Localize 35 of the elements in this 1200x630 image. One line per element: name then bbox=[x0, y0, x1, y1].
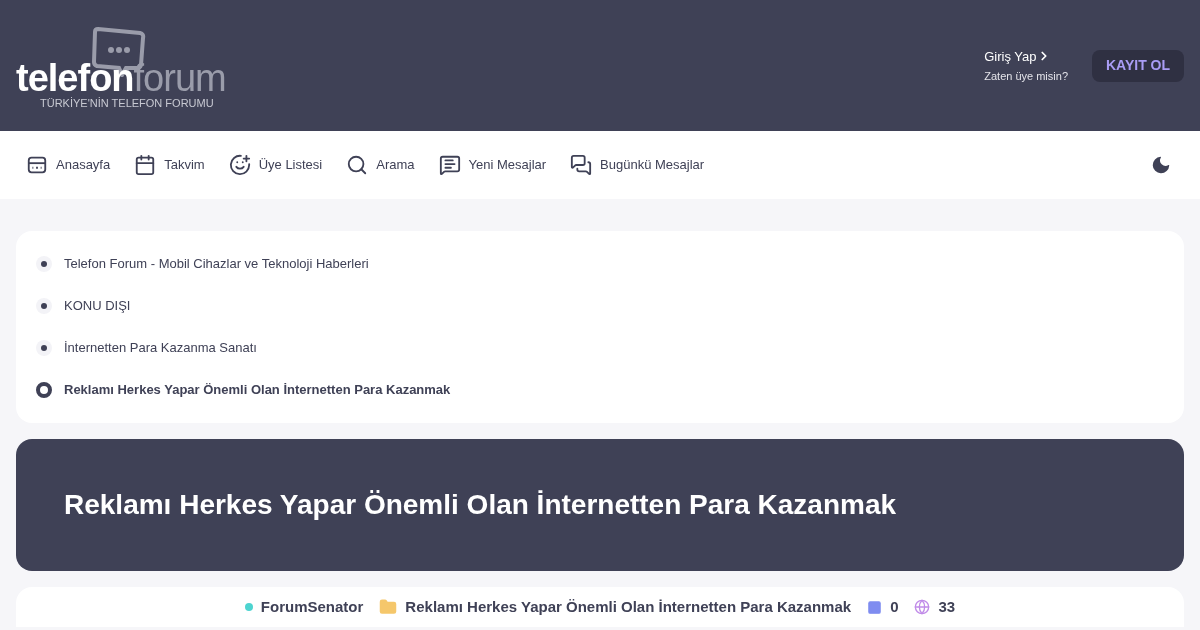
nav-link[interactable]: Anasayfa bbox=[26, 154, 111, 176]
thread-title: Reklamı Herkes Yapar Önemli Olan İnternetten Para Kazanmak bbox=[64, 488, 897, 522]
chat-bubble-icon bbox=[438, 154, 461, 176]
nav-link[interactable]: Yeni Mesajlar bbox=[438, 154, 547, 176]
reply-count: 0 bbox=[890, 596, 899, 617]
nav-link[interactable]: Arama bbox=[346, 154, 415, 176]
view-count: 33 bbox=[938, 596, 956, 617]
smiley-icon bbox=[228, 154, 251, 176]
calendar-icon bbox=[134, 154, 157, 176]
bullet-icon bbox=[36, 256, 52, 272]
search-icon bbox=[346, 154, 369, 176]
reply-count-icon bbox=[867, 599, 883, 615]
bullet-icon bbox=[36, 340, 52, 356]
bullet-icon bbox=[36, 298, 52, 314]
author-link[interactable]: ForumSenator bbox=[260, 595, 364, 619]
logo-wordmark: forum bbox=[133, 58, 226, 97]
home-icon bbox=[26, 154, 48, 176]
nav-link[interactable]: Üye Listesi bbox=[228, 154, 323, 176]
dark-mode-icon[interactable] bbox=[1150, 154, 1172, 176]
folder-icon bbox=[379, 598, 398, 616]
register-button[interactable]: KAYIT OL bbox=[1092, 49, 1184, 82]
chat-bubbles-icon bbox=[570, 154, 593, 176]
nav-link[interactable]: Takvim bbox=[134, 154, 205, 176]
login-link[interactable]: Giriş Yap Zaten üye misin? bbox=[984, 46, 1068, 85]
breadcrumb-link[interactable]: Telefon Forum - Mobil Cihazlar ve Teknoloji Haberleri bbox=[36, 243, 1164, 285]
logo-tagline: TÜRKİYE'NİN TELEFON FORUMU bbox=[40, 95, 214, 111]
breadcrumb-link[interactable]: İnternetten Para Kazanma Sanatı bbox=[36, 327, 1164, 369]
current-marker-icon bbox=[36, 382, 52, 398]
thread-name: Reklamı Herkes Yapar Önemli Olan İnternetten Para Kazanmak bbox=[405, 596, 852, 617]
site-logo[interactable]: telefonforum TÜRKİYE'NİN TELEFON FORUMU bbox=[16, 26, 238, 109]
globe-icon bbox=[914, 599, 931, 615]
breadcrumb-link[interactable]: KONU DIŞI bbox=[36, 285, 1164, 327]
breadcrumb-link[interactable]: Reklamı Herkes Yapar Önemli Olan İnternetten Para Kazanmak bbox=[36, 369, 1164, 411]
logo-wordmark: telefon bbox=[16, 58, 134, 97]
nav-link[interactable]: Bugünkü Mesajlar bbox=[570, 154, 705, 176]
